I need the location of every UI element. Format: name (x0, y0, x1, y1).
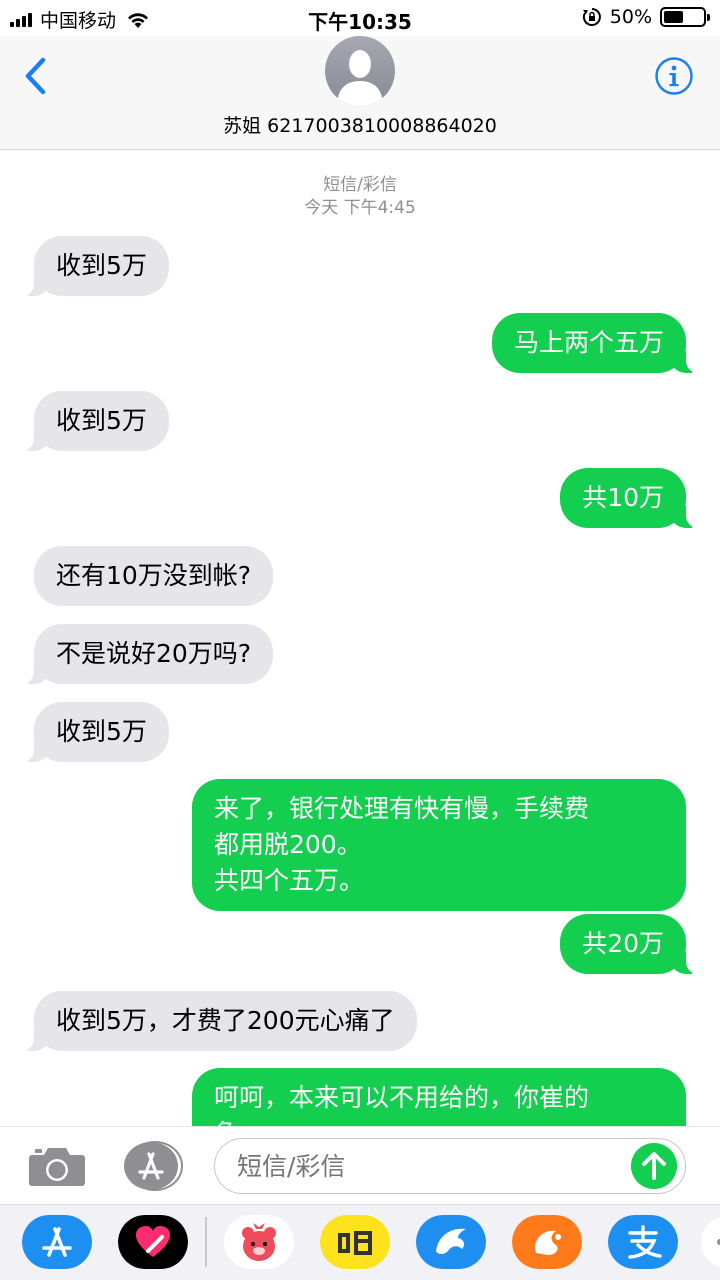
battery-group: 50% (582, 6, 710, 28)
contact-avatar[interactable] (325, 36, 395, 106)
xianyu-app-icon[interactable] (320, 1215, 390, 1269)
service-label: 短信/彩信 (323, 175, 397, 195)
pink-bear-app-icon[interactable] (224, 1215, 294, 1269)
message-bubble-incoming[interactable]: 收到5万，才费了200元心痛了 (22, 991, 417, 1051)
dolphin-app-icon[interactable] (416, 1215, 486, 1269)
battery-percent: 50% (609, 6, 652, 28)
app-store-icon[interactable] (122, 1141, 184, 1191)
message-bubble-outgoing[interactable]: 马上两个五万 (491, 313, 699, 373)
message-bubble-incoming[interactable]: 收到5万 (22, 702, 169, 762)
rotation-lock-icon (582, 8, 601, 26)
message-bubble-incoming[interactable]: 收到5万 (22, 391, 169, 451)
send-arrow-icon[interactable] (631, 1143, 677, 1189)
more-apps-icon[interactable] (700, 1215, 720, 1269)
uc-squirrel-app-icon[interactable] (512, 1215, 582, 1269)
imessage-app-drawer (0, 1204, 720, 1280)
message-bubble-outgoing[interactable]: 共20万 (560, 914, 698, 974)
alipay-app-icon[interactable] (608, 1215, 678, 1269)
status-bar: 中国移动 下午10:35 50% (0, 0, 720, 36)
message-bubble-outgoing[interactable]: 来了，银行处理有快有慢，手续费 都用脱200。 共四个五万。 (192, 779, 686, 911)
message-bubble-incoming[interactable]: 收到5万 (22, 236, 169, 296)
chevron-left-icon[interactable] (18, 54, 54, 98)
battery-icon (660, 7, 710, 27)
message-bubble-incoming[interactable]: 不是说好20万吗? (21, 624, 274, 684)
message-timestamp: 今天 下午4:45 (304, 198, 416, 218)
info-circle-icon[interactable] (654, 56, 694, 96)
message-bubble-incoming[interactable]: 还有10万没到帐? (34, 546, 274, 606)
contact-name[interactable]: 苏姐 6217003810008864020 (0, 111, 720, 138)
message-input[interactable] (214, 1138, 686, 1194)
battery-fill (664, 11, 683, 23)
person-silhouette-icon (337, 50, 383, 106)
compose-bar (0, 1126, 720, 1204)
camera-icon[interactable] (28, 1145, 86, 1187)
conversation-header: 苏姐 6217003810008864020 (0, 36, 720, 150)
digital-touch-heart-icon[interactable] (118, 1215, 188, 1269)
message-bubble-outgoing[interactable]: 呵呵，本来可以不用给的，你崔的 急 (192, 1068, 686, 1126)
app-store-icon[interactable] (22, 1215, 92, 1269)
message-bubble-outgoing[interactable]: 共10万 (560, 468, 698, 528)
drawer-divider (205, 1217, 207, 1267)
